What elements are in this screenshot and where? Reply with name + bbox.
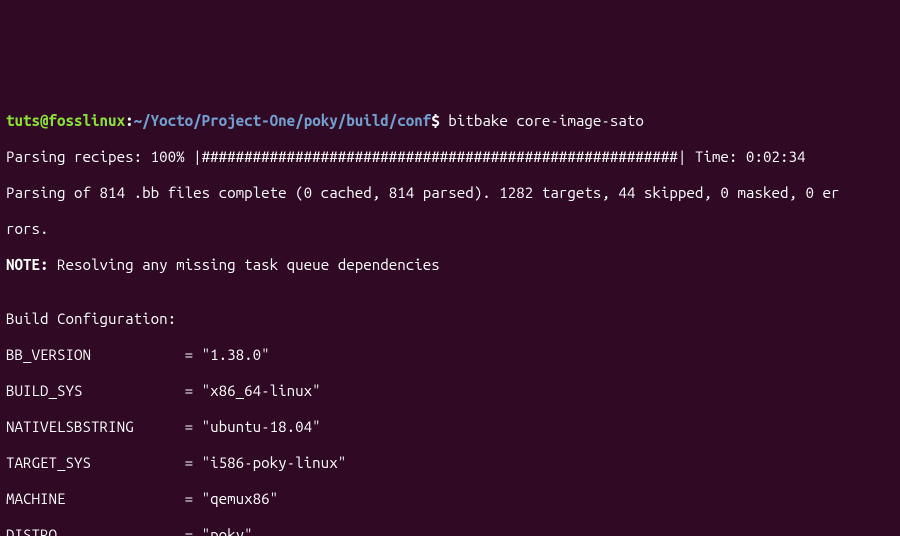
note-resolve-line: NOTE: Resolving any missing task queue d… [6,256,894,274]
prompt-colon: : [125,112,134,129]
conf-nativelsb: NATIVELSBSTRING = "ubuntu-18.04" [6,418,894,436]
note-label: NOTE: [6,256,49,273]
terminal-output: tuts@fosslinux:~/Yocto/Project-One/poky/… [0,90,900,536]
parsing-recipes-line: Parsing recipes: 100% |#################… [6,148,894,166]
user-host: tuts@fosslinux [6,112,125,129]
prompt-line[interactable]: tuts@fosslinux:~/Yocto/Project-One/poky/… [6,112,894,130]
conf-distro: DISTRO = "poky" [6,526,894,536]
conf-target-sys: TARGET_SYS = "i586-poky-linux" [6,454,894,472]
parsing-summary-line-1: Parsing of 814 .bb files complete (0 cac… [6,184,894,202]
build-conf-header: Build Configuration: [6,310,894,328]
cwd: ~/Yocto/Project-One/poky/build/conf [134,112,432,129]
conf-machine: MACHINE = "qemux86" [6,490,894,508]
conf-build-sys: BUILD_SYS = "x86_64-linux" [6,382,894,400]
prompt-dollar: $ [431,112,440,129]
command-text: bitbake core-image-sato [440,112,644,129]
conf-bb-version: BB_VERSION = "1.38.0" [6,346,894,364]
note-text: Resolving any missing task queue depende… [49,256,440,273]
parsing-summary-line-2: rors. [6,220,894,238]
